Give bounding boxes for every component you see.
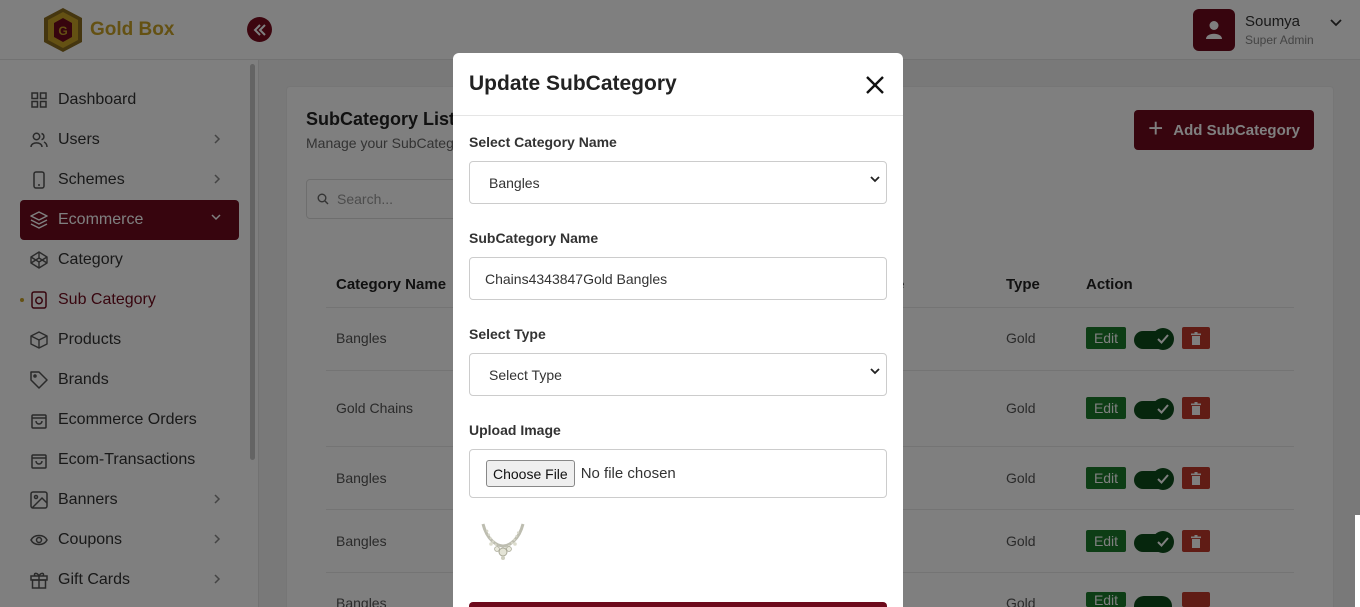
category-select[interactable]: Bangles — [469, 161, 887, 204]
necklace-thumbnail-image — [481, 523, 525, 560]
category-select-label: Select Category Name — [469, 134, 617, 150]
modal-header: Update SubCategory — [453, 53, 903, 116]
choose-file-button[interactable]: Choose File — [486, 460, 575, 487]
category-select-value: Bangles — [489, 174, 540, 191]
image-file-input[interactable]: Choose File No file chosen — [469, 449, 887, 498]
subcategory-name-value: Chains4343847Gold Bangles — [485, 270, 668, 287]
subcategory-name-input[interactable]: Chains4343847Gold Bangles — [469, 257, 887, 300]
chevron-down-icon — [870, 368, 880, 375]
update-subcategory-modal: Update SubCategory Select Category Name … — [453, 53, 903, 607]
type-select-value: Select Type — [489, 366, 562, 383]
close-icon[interactable] — [863, 73, 887, 97]
chevron-down-icon — [870, 176, 880, 183]
update-submit-button[interactable] — [469, 602, 887, 607]
file-status: No file chosen — [580, 465, 676, 482]
subcategory-name-label: SubCategory Name — [469, 230, 599, 246]
scroll-gutter — [1355, 515, 1360, 607]
upload-image-label: Upload Image — [469, 422, 561, 438]
type-select-label: Select Type — [469, 326, 546, 342]
type-select[interactable]: Select Type — [469, 353, 887, 396]
modal-title: Update SubCategory — [469, 72, 677, 95]
